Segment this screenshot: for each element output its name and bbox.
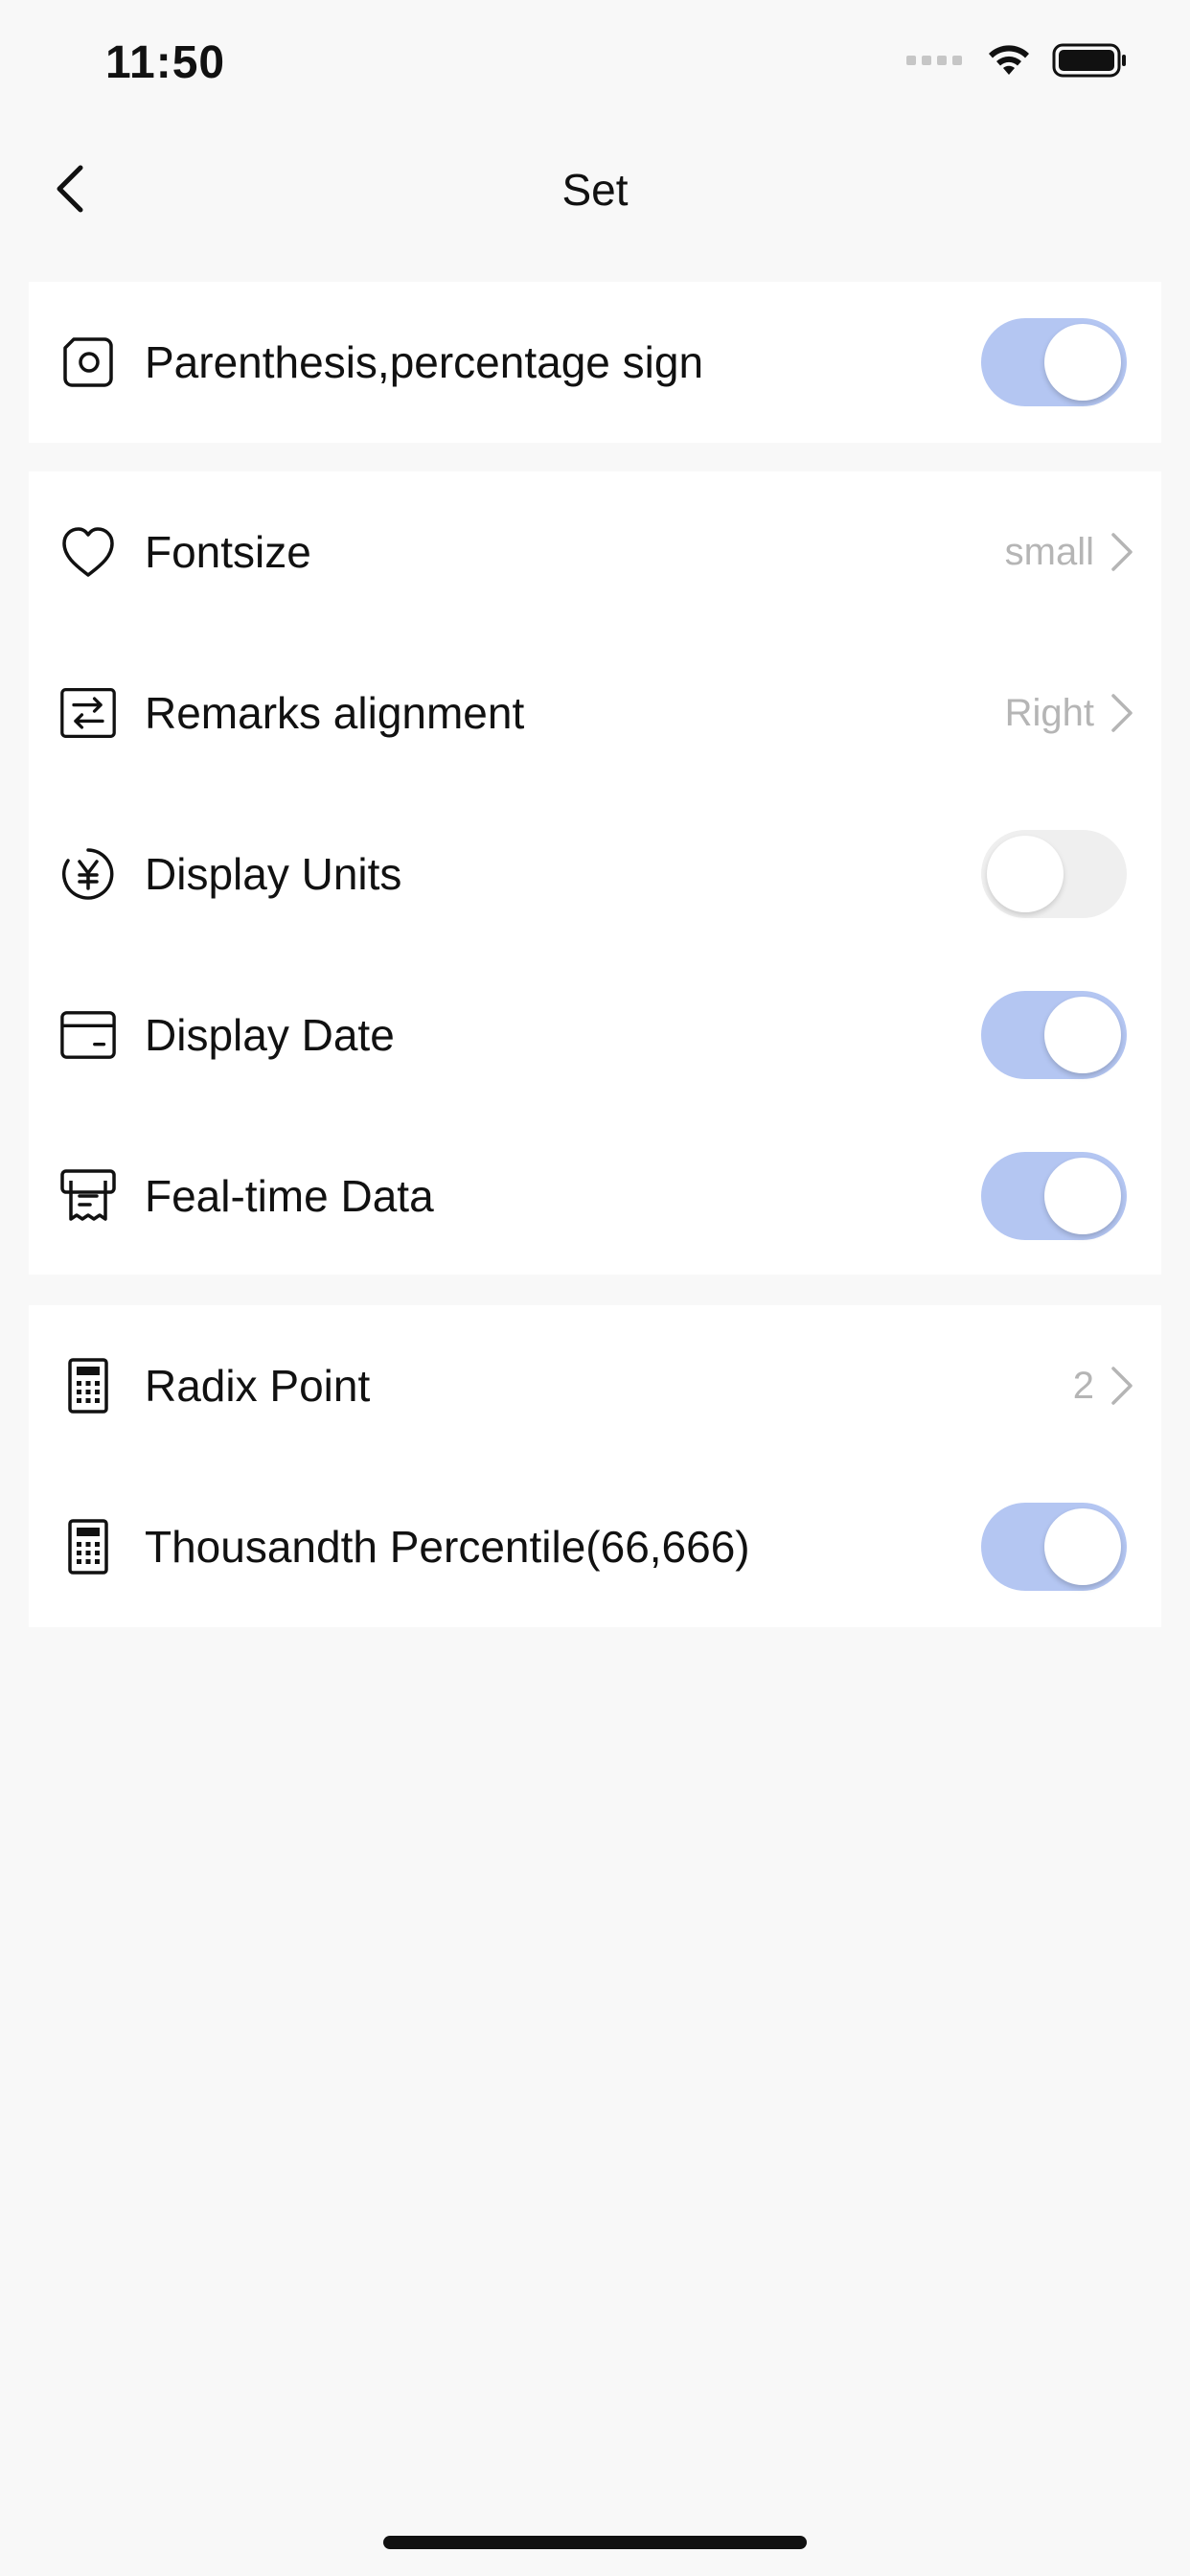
settings-group-1: Parenthesis,percentage sign [29, 282, 1161, 443]
camera-square-icon [59, 334, 117, 391]
yen-circle-icon [59, 845, 117, 903]
realtime-data-toggle[interactable] [981, 1152, 1127, 1240]
setting-label: Parenthesis,percentage sign [145, 337, 704, 387]
calculator-icon [59, 1357, 117, 1414]
chevron-right-icon [1111, 1367, 1133, 1405]
navigation-bar: Set [0, 129, 1190, 249]
settings-group-2: Fontsize small Remarks alignment Right D… [29, 472, 1161, 1275]
status-icons [906, 42, 1129, 79]
settings-screen: 11:50 Set Parenthesis,percentage sign Fo… [0, 0, 1190, 2576]
settings-group-3: Radix Point 2 Thousandth Percentile(66,6… [29, 1305, 1161, 1627]
setting-label: Radix Point [145, 1361, 371, 1411]
setting-label: Feal-time Data [145, 1171, 434, 1221]
chevron-right-icon [1111, 533, 1133, 571]
setting-value: small [1004, 530, 1094, 573]
battery-icon [1052, 43, 1126, 78]
chevron-right-icon [1111, 694, 1133, 732]
parenthesis-toggle[interactable] [981, 318, 1127, 406]
status-bar: 11:50 [0, 0, 1190, 129]
card-icon [59, 1006, 117, 1064]
setting-label: Remarks alignment [145, 688, 525, 738]
radix-point-value[interactable]: 2 [1073, 1365, 1134, 1408]
setting-row-realtime-data: Feal-time Data [29, 1116, 1161, 1276]
setting-row-fontsize[interactable]: Fontsize small [29, 472, 1161, 632]
calculator-icon [59, 1518, 117, 1576]
signal-dots-icon [906, 56, 962, 65]
heart-icon [59, 523, 117, 581]
setting-row-remarks-alignment[interactable]: Remarks alignment Right [29, 632, 1161, 794]
status-time: 11:50 [105, 37, 226, 88]
setting-row-parenthesis: Parenthesis,percentage sign [29, 282, 1161, 443]
setting-value: Right [1004, 691, 1094, 734]
setting-row-radix-point[interactable]: Radix Point 2 [29, 1305, 1161, 1466]
setting-label: Fontsize [145, 527, 311, 577]
wifi-icon [989, 45, 1029, 75]
thousandth-percentile-toggle[interactable] [981, 1503, 1127, 1591]
setting-label: Thousandth Percentile(66,666) [145, 1522, 750, 1572]
setting-label: Display Date [145, 1010, 395, 1060]
remarks-alignment-value[interactable]: Right [1005, 692, 1134, 735]
setting-row-display-units: Display Units [29, 794, 1161, 954]
display-units-toggle[interactable] [981, 830, 1127, 918]
setting-value: 2 [1072, 1364, 1094, 1407]
home-indicator[interactable] [383, 2536, 807, 2549]
display-date-toggle[interactable] [981, 991, 1127, 1079]
setting-label: Display Units [145, 849, 402, 899]
setting-row-thousandth-percentile: Thousandth Percentile(66,666) [29, 1466, 1161, 1627]
swap-arrows-icon [59, 684, 117, 742]
page-title: Set [561, 165, 629, 215]
setting-row-display-date: Display Date [29, 954, 1161, 1116]
receipt-icon [59, 1167, 117, 1225]
fontsize-value[interactable]: small [1005, 531, 1134, 574]
